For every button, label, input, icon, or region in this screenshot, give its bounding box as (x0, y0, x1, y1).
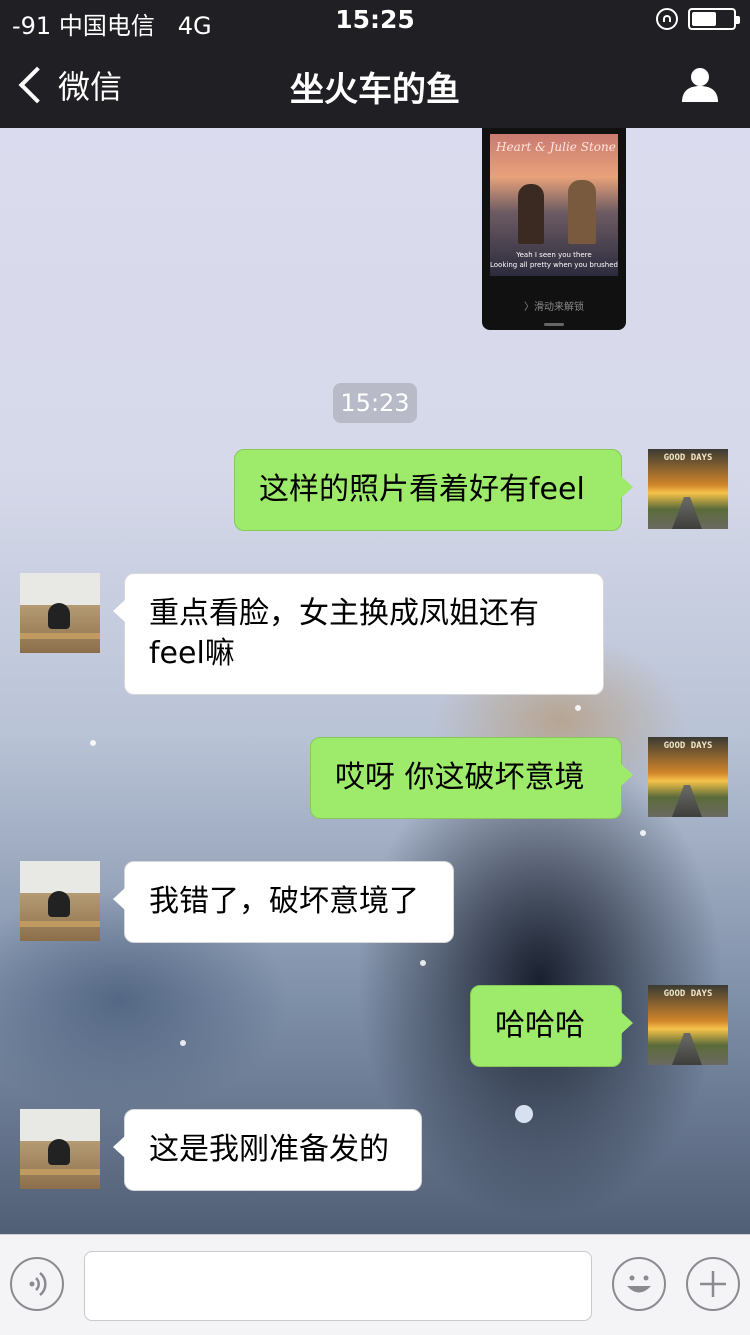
contact-avatar[interactable] (20, 573, 100, 653)
poster-figure (568, 180, 596, 244)
poster-caption: Yeah I seen you there Looking all pretty… (490, 250, 618, 270)
avatar-road (672, 497, 702, 529)
avatar-desk (20, 1169, 100, 1175)
avatar-person (48, 1139, 70, 1165)
message-text: 这是我刚准备发的 (149, 1132, 389, 1167)
unlock-hint: 〉滑动来解锁 (524, 302, 584, 313)
emoji-button[interactable] (612, 1257, 666, 1311)
status-time: 15:25 (335, 5, 415, 34)
input-bar (0, 1234, 750, 1335)
status-right (656, 8, 740, 30)
message-text: 重点看脸，女主换成凤姐还有feel嘛 (149, 596, 539, 671)
shared-image-message[interactable]: Heart & Julie Stone Yeah I seen you ther… (482, 128, 626, 330)
chat-title: 坐火车的鱼 (290, 70, 460, 110)
message-bubble-sent[interactable]: 这样的照片看着好有feel (234, 449, 633, 531)
avatar-desk (20, 921, 100, 927)
avatar-banner: GOOD DAYS (663, 741, 713, 751)
message-text: 哎呀 你这破坏意境 (335, 760, 585, 795)
avatar-banner: GOOD DAYS (663, 453, 713, 463)
avatar-desk (20, 633, 100, 639)
message-input[interactable] (84, 1251, 592, 1321)
snow-flake (575, 705, 581, 711)
contact-avatar[interactable] (20, 1109, 100, 1189)
battery-icon (688, 8, 740, 30)
message-text: 哈哈哈 (495, 1008, 585, 1043)
snow-flake (180, 1040, 186, 1046)
profile-icon[interactable] (680, 64, 720, 104)
voice-input-button[interactable] (10, 1257, 64, 1311)
snow-flake (515, 1105, 533, 1123)
contact-avatar[interactable] (20, 861, 100, 941)
avatar-banner: GOOD DAYS (663, 989, 713, 999)
snow-flake (420, 960, 426, 966)
my-avatar[interactable]: GOOD DAYS (648, 985, 728, 1065)
message-bubble-sent[interactable]: 哎呀 你这破坏意境 (310, 737, 633, 819)
poster-title: Heart & Julie Stone (496, 140, 616, 154)
emoji-icon (627, 1275, 651, 1293)
message-bubble-received[interactable]: 这是我刚准备发的 (113, 1109, 422, 1191)
home-indicator (544, 323, 564, 326)
caption-line: Yeah I seen you there (516, 251, 592, 259)
my-avatar[interactable]: GOOD DAYS (648, 737, 728, 817)
avatar-person (48, 891, 70, 917)
snow-flake (90, 740, 96, 746)
caption-line: Looking all pretty when you brushed (490, 261, 618, 269)
more-options-button[interactable] (686, 1257, 740, 1311)
message-bubble-received[interactable]: 重点看脸，女主换成凤姐还有feel嘛 (113, 573, 604, 695)
message-text: 这样的照片看着好有feel (259, 472, 585, 507)
snow-flake (640, 830, 646, 836)
status-bar: -91 中国电信 4G 15:25 (0, 0, 750, 40)
message-text: 我错了，破坏意境了 (149, 884, 419, 919)
message-bubble-sent[interactable]: 哈哈哈 (470, 985, 633, 1067)
poster-image: Heart & Julie Stone Yeah I seen you ther… (490, 134, 618, 276)
my-avatar[interactable]: GOOD DAYS (648, 449, 728, 529)
rotation-lock-icon (656, 8, 678, 30)
message-bubble-received[interactable]: 我错了，破坏意境了 (113, 861, 454, 943)
avatar-road (672, 1033, 702, 1065)
avatar-person (48, 603, 70, 629)
plus-icon (700, 1271, 726, 1297)
voice-icon (29, 1272, 47, 1296)
poster-figure (518, 184, 544, 244)
nav-bar: 微信 坐火车的鱼 (0, 40, 750, 128)
message-timestamp: 15:23 (333, 383, 417, 423)
avatar-road (672, 785, 702, 817)
